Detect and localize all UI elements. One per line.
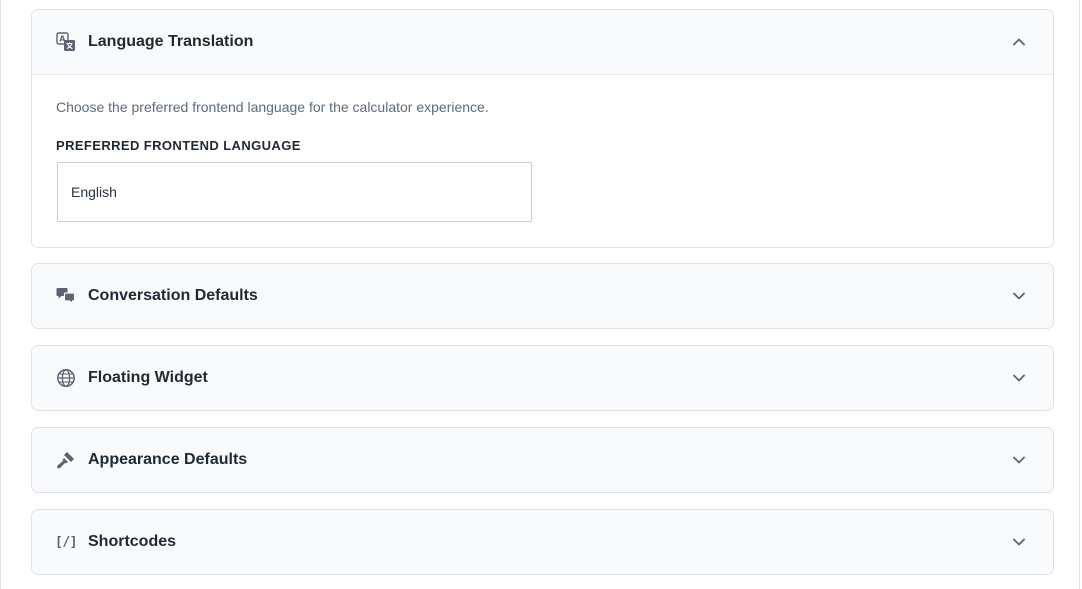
language-translation-header[interactable]: A Language Translation	[32, 10, 1053, 74]
panel-title: Shortcodes	[88, 533, 177, 550]
brush-icon	[56, 450, 76, 470]
settings-page: A Language Translation Choose the prefer…	[0, 0, 1080, 589]
language-translation-body: Choose the preferred frontend language f…	[32, 74, 1053, 247]
chevron-down-icon[interactable]	[1011, 288, 1027, 304]
translate-icon: A	[56, 32, 76, 52]
preferred-language-select[interactable]: English	[57, 162, 532, 222]
shortcode-icon: [/]	[55, 534, 77, 550]
chevron-down-icon[interactable]	[1011, 534, 1027, 550]
floating-widget-panel: Floating Widget	[31, 345, 1054, 411]
chevron-down-icon[interactable]	[1011, 452, 1027, 468]
panel-title: Conversation Defaults	[88, 287, 258, 304]
selected-language-value: English	[71, 184, 117, 200]
chevron-down-icon[interactable]	[1011, 370, 1027, 386]
conversation-defaults-panel: Conversation Defaults	[31, 263, 1054, 329]
conversation-defaults-header[interactable]: Conversation Defaults	[32, 264, 1053, 328]
shortcodes-panel: [/] Shortcodes	[31, 509, 1054, 575]
chat-bubbles-icon	[56, 286, 76, 306]
appearance-defaults-panel: Appearance Defaults	[31, 427, 1054, 493]
floating-widget-header[interactable]: Floating Widget	[32, 346, 1053, 410]
appearance-defaults-header[interactable]: Appearance Defaults	[32, 428, 1053, 492]
panel-title: Appearance Defaults	[88, 451, 248, 468]
panel-title: Floating Widget	[88, 369, 208, 386]
chevron-up-icon[interactable]	[1011, 34, 1027, 50]
shortcodes-header[interactable]: [/] Shortcodes	[32, 510, 1053, 574]
globe-icon	[56, 368, 76, 388]
language-translation-panel: A Language Translation Choose the prefer…	[31, 9, 1054, 248]
panel-description: Choose the preferred frontend language f…	[56, 99, 489, 115]
preferred-language-label: PREFERRED FRONTEND LANGUAGE	[56, 138, 301, 153]
panel-title: Language Translation	[88, 33, 254, 50]
